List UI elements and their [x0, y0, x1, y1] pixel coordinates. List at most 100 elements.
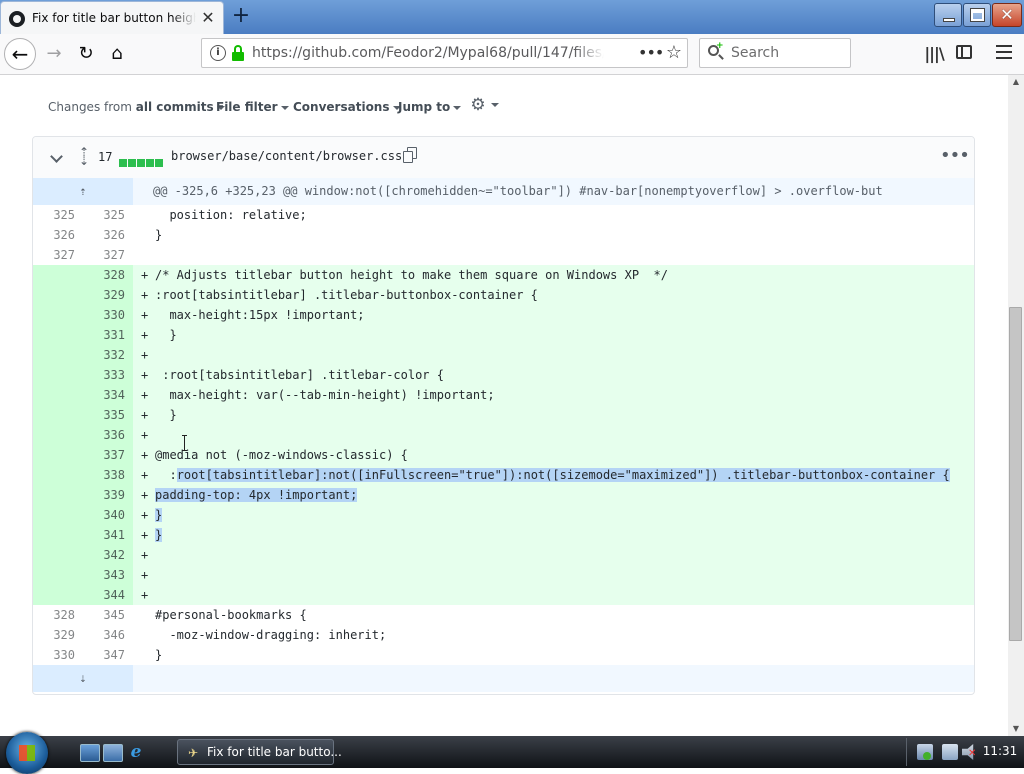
old-line-number[interactable]	[33, 545, 83, 565]
old-line-number[interactable]	[33, 385, 83, 405]
network-tray-icon[interactable]	[942, 744, 958, 760]
add-search-engine-icon: +	[716, 41, 724, 51]
browser-tab[interactable]: Fix for title bar button height to ✕	[0, 1, 224, 34]
old-line-number[interactable]	[33, 285, 83, 305]
code-text: }	[155, 328, 177, 342]
new-line-number[interactable]: 329	[83, 285, 133, 305]
new-line-number[interactable]: 341	[83, 525, 133, 545]
close-window-button[interactable]: ✕	[992, 3, 1022, 27]
new-line-number[interactable]: 336	[83, 425, 133, 445]
security-tray-icon[interactable]	[917, 744, 933, 760]
new-line-number[interactable]: 331	[83, 325, 133, 345]
page-actions-icon[interactable]: •••	[638, 43, 664, 63]
old-line-number[interactable]: 328	[33, 605, 83, 625]
scroll-down-icon[interactable]: ▼	[1008, 722, 1024, 736]
forward-button[interactable]: →	[40, 40, 68, 68]
old-line-number[interactable]	[33, 425, 83, 445]
url-input[interactable]: https://github.com/Feodor2/Mypal68/pull/…	[252, 45, 604, 63]
new-line-number[interactable]: 327	[83, 245, 133, 265]
old-line-number[interactable]	[33, 585, 83, 605]
chevron-down-icon	[453, 105, 462, 110]
show-desktop-icon[interactable]	[80, 744, 100, 762]
hamburger-menu-icon[interactable]	[996, 44, 1012, 60]
copy-icon[interactable]	[403, 147, 419, 163]
new-line-number[interactable]: 343	[83, 565, 133, 585]
taskbar-window-button[interactable]: ✈ Fix for title bar butto...	[177, 739, 342, 765]
old-line-number[interactable]: 329	[33, 625, 83, 645]
old-line-number[interactable]	[33, 405, 83, 425]
reload-button[interactable]: ↻	[72, 40, 100, 68]
old-line-number[interactable]	[33, 345, 83, 365]
new-line-number[interactable]: 332	[83, 345, 133, 365]
code-line: +}	[133, 505, 974, 525]
file-filter-dropdown[interactable]: File filter	[216, 100, 289, 114]
old-line-number[interactable]	[33, 485, 83, 505]
unfold-icon[interactable]: ⇡ ⇣	[77, 146, 91, 167]
new-line-number[interactable]: 335	[83, 405, 133, 425]
minimize-button[interactable]	[934, 3, 962, 27]
old-line-number[interactable]	[33, 305, 83, 325]
old-line-number[interactable]	[33, 445, 83, 465]
expand-up-icon[interactable]: ⇡	[33, 178, 133, 205]
page-scrollbar[interactable]: ▲ ▼	[1008, 75, 1024, 736]
back-button[interactable]: ←	[4, 38, 36, 70]
search-input[interactable]: Search	[731, 45, 779, 61]
maximize-button[interactable]	[963, 3, 991, 27]
old-line-number[interactable]: 327	[33, 245, 83, 265]
chevron-down-icon[interactable]	[491, 103, 499, 107]
new-line-number[interactable]: 334	[83, 385, 133, 405]
jump-to-dropdown[interactable]: Jump to	[398, 100, 462, 114]
new-line-number[interactable]: 345	[83, 605, 133, 625]
old-line-number[interactable]	[33, 465, 83, 485]
new-line-number[interactable]: 342	[83, 545, 133, 565]
taskbar-clock[interactable]: 11:31	[980, 744, 1020, 758]
new-line-number[interactable]: 337	[83, 445, 133, 465]
file-path-link[interactable]: browser/base/content/browser.css	[171, 149, 402, 163]
old-line-number[interactable]	[33, 265, 83, 285]
expand-down-icon[interactable]: ⇣	[33, 665, 133, 692]
new-line-number[interactable]: 325	[83, 205, 133, 225]
old-line-number[interactable]: 325	[33, 205, 83, 225]
new-line-number[interactable]: 340	[83, 505, 133, 525]
new-line-number[interactable]: 333	[83, 365, 133, 385]
close-tab-icon[interactable]: ✕	[200, 10, 216, 26]
old-line-number[interactable]	[33, 525, 83, 545]
new-line-number[interactable]: 344	[83, 585, 133, 605]
info-icon[interactable]: i	[210, 45, 226, 61]
scroll-up-icon[interactable]: ▲	[1008, 75, 1024, 89]
lock-icon	[232, 45, 244, 61]
old-line-number[interactable]	[33, 565, 83, 585]
changes-from-dropdown[interactable]: Changes from all commits	[48, 100, 225, 114]
switch-windows-icon[interactable]	[103, 744, 123, 762]
old-line-number[interactable]: 330	[33, 645, 83, 665]
old-line-number[interactable]	[33, 365, 83, 385]
new-line-number[interactable]: 326	[83, 225, 133, 245]
library-icon[interactable]: |||\	[922, 42, 946, 66]
url-bar[interactable]: i https://github.com/Feodor2/Mypal68/pul…	[201, 38, 688, 68]
new-line-number[interactable]: 347	[83, 645, 133, 665]
internet-explorer-icon[interactable]: e	[127, 743, 145, 761]
kebab-menu-icon[interactable]: •••	[940, 146, 970, 166]
bookmark-star-icon[interactable]: ☆	[664, 42, 684, 64]
home-button[interactable]: ⌂	[103, 40, 131, 68]
old-line-number[interactable]: 326	[33, 225, 83, 245]
code-text: root[tabsintitlebar]:not([inFullscreen="…	[176, 468, 950, 482]
diff-line: 332 +	[33, 345, 974, 365]
new-line-number[interactable]: 330	[83, 305, 133, 325]
sidebar-icon[interactable]	[956, 45, 972, 59]
minimize-icon	[943, 18, 955, 22]
new-line-number[interactable]: 339	[83, 485, 133, 505]
old-line-number[interactable]	[33, 505, 83, 525]
search-bar[interactable]: + Search	[699, 38, 851, 68]
new-line-number[interactable]: 328	[83, 265, 133, 285]
old-line-number[interactable]	[33, 325, 83, 345]
gear-icon[interactable]: ⚙	[470, 97, 486, 114]
new-line-number[interactable]: 338	[83, 465, 133, 485]
chevron-down-icon[interactable]	[51, 151, 63, 163]
new-tab-button[interactable]: +	[230, 5, 252, 27]
code-text: }	[155, 228, 163, 242]
conversations-dropdown[interactable]: Conversations	[293, 100, 401, 114]
new-line-number[interactable]: 346	[83, 625, 133, 645]
scroll-thumb[interactable]	[1009, 307, 1022, 641]
chevron-down-icon	[280, 105, 289, 110]
